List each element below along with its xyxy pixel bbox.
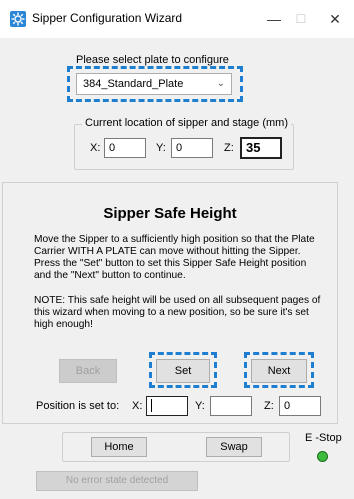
current-location-title: Current location of sipper and stage (mm… [82,117,291,129]
step-heading: Sipper Safe Height [103,205,237,222]
plate-dropdown[interactable]: 384_Standard_Plate ⌄ [76,73,232,95]
current-x-field[interactable]: 0 [104,138,146,158]
minimize-button[interactable]: — [262,8,286,30]
home-button[interactable]: Home [91,437,147,457]
error-status-button[interactable]: No error state detected [36,471,198,491]
step-instructions: Move the Sipper to a sufficiently high p… [34,234,315,281]
close-button[interactable]: ✕ [323,8,347,30]
app-gear-icon [10,11,26,27]
set-button[interactable]: Set [156,359,210,383]
plate-prompt-label: Please select plate to configure [76,54,229,66]
current-x-label: X: [90,142,101,154]
maximize-button: ☐ [295,12,307,26]
chevron-down-icon: ⌄ [216,78,225,89]
set-z-label: Z: [264,400,274,412]
plate-dropdown-value: 384_Standard_Plate [83,78,184,90]
set-z-field[interactable]: 0 [279,396,321,416]
current-y-label: Y: [156,142,166,154]
step-note: NOTE: This safe height will be used on a… [34,295,321,330]
next-button[interactable]: Next [251,359,307,383]
title-bar[interactable]: Sipper Configuration Wizard — ☐ ✕ [0,0,354,38]
set-x-field[interactable] [146,396,188,416]
set-y-field[interactable] [210,396,252,416]
position-set-label: Position is set to: [36,400,120,412]
text-cursor [151,399,152,412]
current-z-field[interactable]: 35 [240,137,282,159]
set-x-label: X: [132,400,143,412]
current-y-field[interactable]: 0 [171,138,213,158]
estop-status-led-icon [317,451,328,462]
current-z-label: Z: [224,142,234,154]
back-button[interactable]: Back [59,359,117,383]
set-y-label: Y: [195,400,205,412]
swap-button[interactable]: Swap [206,437,262,457]
estop-label: E -Stop [305,432,342,444]
window-title: Sipper Configuration Wizard [32,11,183,25]
